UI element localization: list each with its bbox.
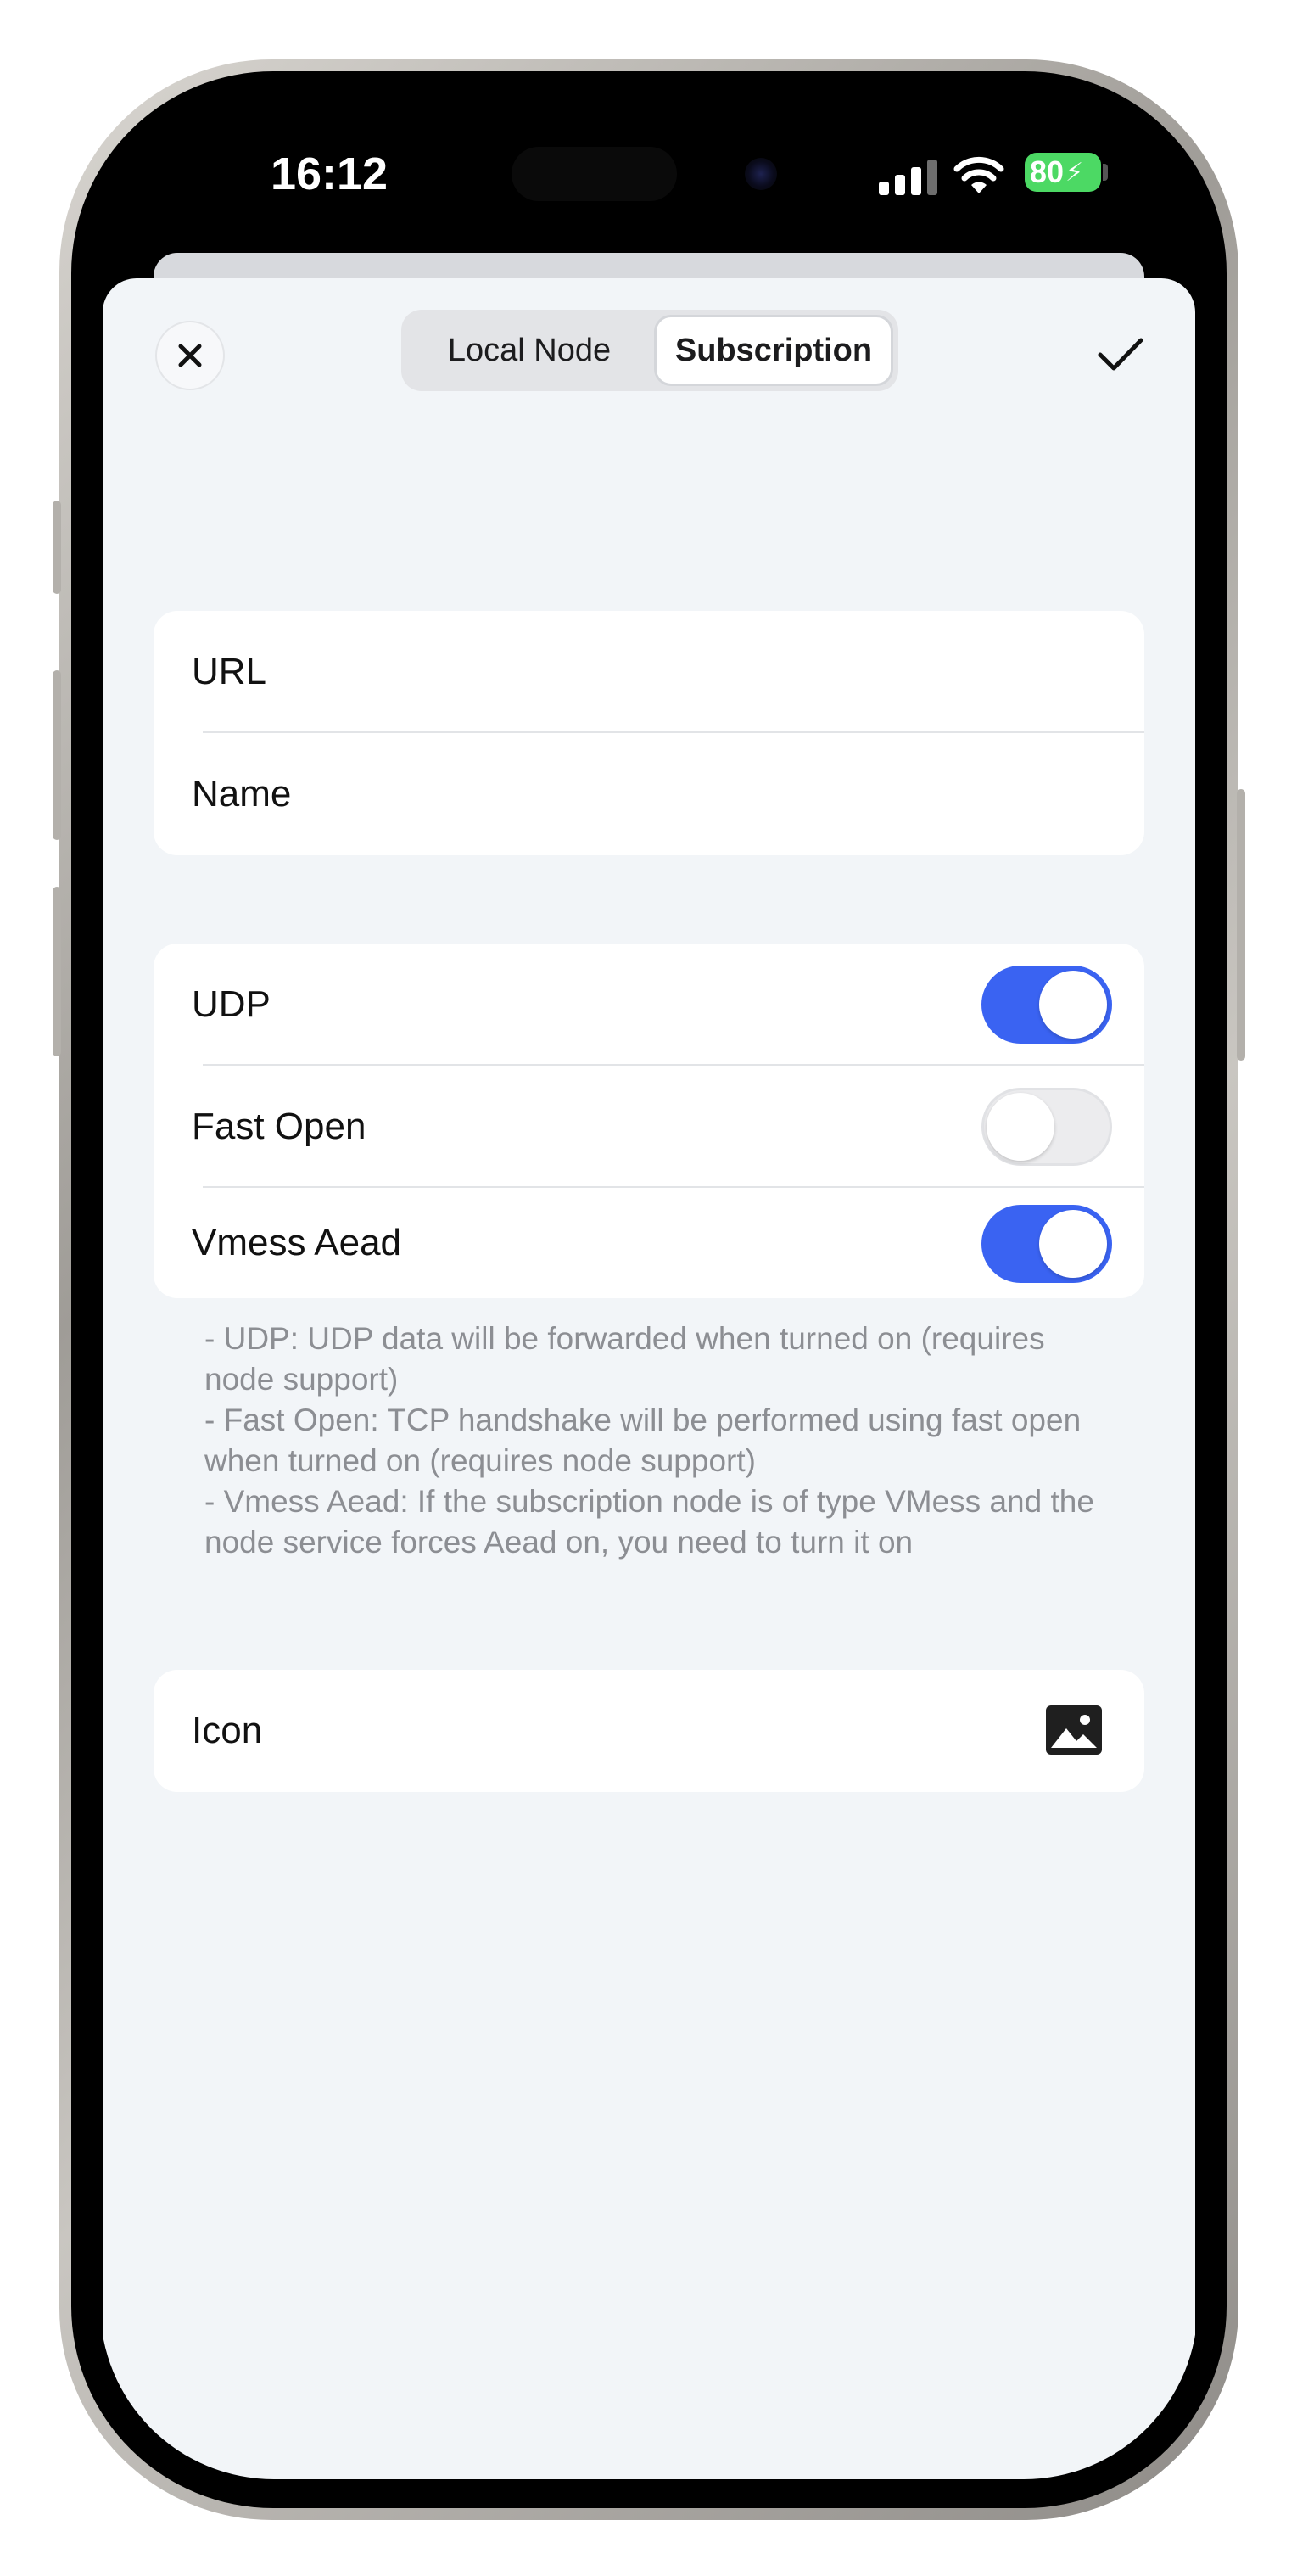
- subscription-sheet: Local Node Subscription URL Name UDP Fas…: [103, 278, 1195, 2479]
- toggle-knob: [1039, 1210, 1107, 1278]
- confirm-button[interactable]: [1087, 321, 1154, 389]
- cellular-signal-icon: [879, 158, 940, 195]
- status-time: 16:12: [270, 148, 389, 199]
- vmess-aead-label: Vmess Aead: [192, 1222, 402, 1263]
- toggle-knob: [987, 1093, 1054, 1161]
- url-label: URL: [192, 651, 267, 692]
- fast-open-label: Fast Open: [192, 1106, 366, 1147]
- help-udp: - UDP: UDP data will be forwarded when t…: [204, 1321, 1054, 1397]
- options-card: UDP Fast Open Vmess Aead: [154, 944, 1144, 1298]
- close-button[interactable]: [155, 321, 225, 390]
- help-fast-open: - Fast Open: TCP handshake will be perfo…: [204, 1403, 1090, 1478]
- battery-nub: [1103, 164, 1108, 181]
- volume-down-button: [53, 887, 61, 1056]
- fast-open-row: Fast Open: [154, 1066, 1144, 1188]
- icon-label: Icon: [192, 1710, 263, 1751]
- close-icon: [178, 344, 202, 367]
- segment-local-node[interactable]: Local Node: [406, 315, 652, 386]
- screen: 16:12 80 ⚡ Local Node Subscription URL N…: [100, 100, 1198, 2479]
- action-button: [53, 501, 61, 594]
- udp-row: UDP: [154, 944, 1144, 1066]
- udp-label: UDP: [192, 983, 271, 1025]
- help-vmess-aead: - Vmess Aead: If the subscription node i…: [204, 1484, 1104, 1560]
- camera-icon: [745, 158, 777, 190]
- vmess-aead-row: Vmess Aead: [154, 1188, 1144, 1298]
- power-button: [1237, 789, 1245, 1061]
- name-label: Name: [192, 773, 292, 815]
- fast-open-toggle[interactable]: [981, 1088, 1112, 1166]
- url-field[interactable]: URL: [154, 611, 1144, 733]
- icon-row[interactable]: Icon: [154, 1670, 1144, 1792]
- charging-bolt-icon: ⚡: [1065, 158, 1084, 187]
- icon-card: Icon: [154, 1670, 1144, 1792]
- node-type-segmented-control: Local Node Subscription: [401, 310, 898, 391]
- options-help-text: - UDP: UDP data will be forwarded when t…: [204, 1319, 1121, 1563]
- toggle-knob: [1039, 971, 1107, 1039]
- battery-level: 80: [1030, 154, 1065, 189]
- dynamic-island: [512, 147, 677, 201]
- udp-toggle[interactable]: [981, 966, 1112, 1044]
- name-field[interactable]: Name: [154, 733, 1144, 855]
- subscription-fields-card: URL Name: [154, 611, 1144, 855]
- image-icon[interactable]: [1046, 1705, 1102, 1755]
- volume-up-button: [53, 670, 61, 840]
- battery-icon: 80 ⚡: [1025, 153, 1101, 192]
- checkmark-icon: [1098, 338, 1143, 371]
- vmess-aead-toggle[interactable]: [981, 1205, 1112, 1283]
- wifi-icon: [953, 156, 1004, 193]
- segment-subscription[interactable]: Subscription: [654, 315, 893, 386]
